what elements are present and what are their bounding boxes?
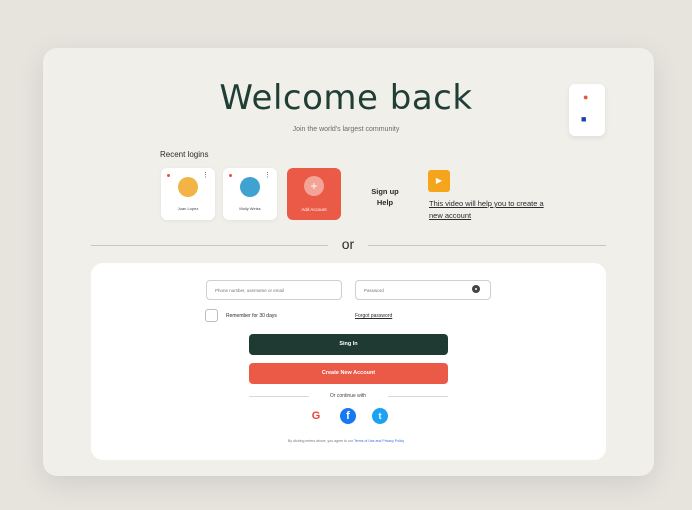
recent-account-molly[interactable]: ⋮ Molly Weiss [223, 168, 277, 220]
remember-label: Remember for 30 days [226, 313, 277, 319]
username-input[interactable]: Phone number, username or email [206, 280, 342, 300]
continue-divider-left [249, 396, 309, 397]
help-links: Sign up Help [368, 186, 402, 208]
twitter-icon[interactable]: t [372, 408, 388, 424]
help-link[interactable]: Help [368, 197, 402, 208]
add-account-button[interactable]: + Add Account [287, 168, 341, 220]
eye-pupil [475, 288, 477, 290]
avatar [178, 177, 198, 197]
facebook-icon[interactable]: f [340, 408, 356, 424]
pin-icon[interactable]: ● [583, 92, 588, 102]
account-name: Molly Weiss [239, 206, 261, 211]
sign-in-button[interactable]: Sing In [249, 334, 448, 355]
side-widget: ● ■ [569, 84, 605, 136]
status-dot [229, 174, 232, 177]
password-input[interactable]: Password [355, 280, 491, 300]
login-form-panel [91, 263, 606, 460]
continue-with-label: Or continue with [329, 393, 367, 399]
or-separator: or [341, 236, 355, 252]
google-icon[interactable]: G [308, 408, 324, 424]
video-help-link[interactable]: This video will help you to create a new… [429, 198, 549, 222]
more-icon[interactable]: ⋮ [264, 172, 271, 179]
terms-link[interactable]: Terms of Use and Privacy Policy [354, 439, 404, 443]
play-video-icon[interactable]: ▶ [428, 170, 450, 192]
terms-prefix: By clicking enters above, you agree to o… [287, 439, 354, 443]
recent-logins-label: Recent logins [160, 150, 209, 159]
divider-left [91, 245, 328, 246]
forgot-password-link[interactable]: Forgot password [355, 313, 392, 319]
recent-account-juan[interactable]: ⋮ Juan Lopez [161, 168, 215, 220]
divider-right [368, 245, 606, 246]
speaker-icon[interactable]: ■ [581, 114, 586, 124]
plus-icon: + [304, 176, 324, 196]
signup-link[interactable]: Sign up [368, 186, 402, 197]
avatar [240, 177, 260, 197]
continue-divider-right [388, 396, 448, 397]
add-account-label: Add Account [301, 207, 327, 212]
account-name: Juan Lopez [177, 206, 199, 211]
create-account-button[interactable]: Create New Account [249, 363, 448, 384]
status-dot [167, 174, 170, 177]
remember-checkbox[interactable] [205, 309, 218, 322]
terms-text: By clicking enters above, you agree to o… [0, 439, 692, 443]
more-icon[interactable]: ⋮ [202, 172, 209, 179]
